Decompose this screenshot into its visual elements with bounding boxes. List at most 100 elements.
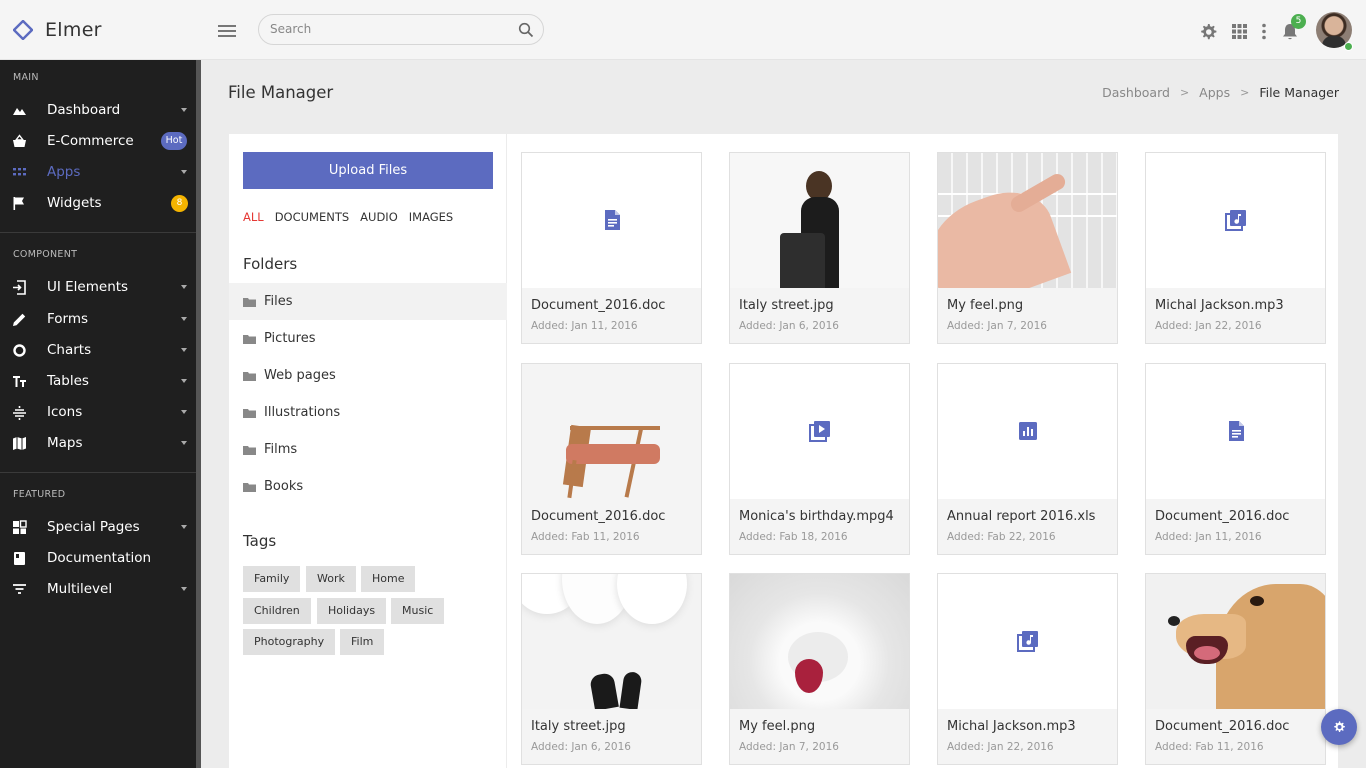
file-name: Italy street.jpg	[739, 298, 834, 313]
tag-music[interactable]: Music	[391, 598, 445, 624]
chevron-down-icon	[181, 410, 187, 414]
tag-photography[interactable]: Photography	[243, 629, 336, 655]
sidebar-item-label: Maps	[47, 435, 83, 451]
file-card[interactable]: Italy street.jpg Added: Jan 6, 2016	[729, 152, 910, 344]
file-thumbnail	[1146, 574, 1325, 709]
folder-item[interactable]: Pictures	[229, 320, 507, 357]
sidebar-item-ui-elements[interactable]: UI Elements	[0, 272, 196, 302]
doc-icon	[605, 210, 620, 230]
sidebar-scrollbar[interactable]	[196, 60, 201, 768]
file-added-date: Added: Jan 22, 2016	[947, 741, 1054, 753]
file-name: Monica's birthday.mpg4	[739, 508, 894, 524]
folder-icon	[243, 408, 256, 418]
file-added-date: Added: Jan 6, 2016	[739, 320, 839, 332]
more-vertical-icon[interactable]	[1259, 23, 1269, 40]
sidebar-item-ecommerce[interactable]: E-Commerce Hot	[0, 126, 196, 156]
chevron-down-icon	[181, 525, 187, 529]
menu-toggle-icon[interactable]	[218, 25, 236, 37]
folder-item[interactable]: Books	[229, 468, 507, 505]
filter-icon	[13, 583, 26, 594]
sidebar-item-charts[interactable]: Charts	[0, 335, 196, 365]
music-icon	[1017, 631, 1038, 652]
file-name: Annual report 2016.xls	[947, 508, 1096, 524]
sidebar-item-widgets[interactable]: Widgets 8	[0, 188, 196, 218]
sidebar-item-label: Apps	[47, 164, 81, 180]
file-added-date: Added: Fab 18, 2016	[739, 530, 848, 543]
pencil-icon	[13, 313, 26, 326]
folder-icon	[243, 371, 256, 381]
filter-documents[interactable]: DOCUMENTS	[275, 210, 349, 224]
folder-label: Files	[264, 294, 293, 309]
file-card[interactable]: Document_2016.doc Added: Fab 11, 2016	[1145, 573, 1326, 765]
gear-icon[interactable]	[1198, 22, 1218, 42]
file-card[interactable]: Annual report 2016.xls Added: Fab 22, 201…	[937, 362, 1118, 555]
sidebar-item-forms[interactable]: Forms	[0, 304, 196, 334]
sidebar-item-special-pages[interactable]: Special Pages	[0, 512, 196, 542]
file-card[interactable]: Michal Jackson.mp3 Added: Jan 22, 2016	[937, 573, 1118, 765]
file-added-date: Added: Jan 7, 2016	[947, 320, 1047, 332]
file-added-date: Added: Jan 11, 2016	[1155, 530, 1262, 543]
sidebar-item-tables[interactable]: Tables	[0, 366, 196, 396]
upload-files-button[interactable]: Upload Files	[243, 152, 493, 189]
search-icon[interactable]	[518, 22, 534, 38]
file-card[interactable]: Italy street.jpg Added: Jan 6, 2016	[521, 573, 702, 765]
sidebar-item-icons[interactable]: Icons	[0, 397, 196, 427]
sidebar-item-label: Dashboard	[47, 102, 121, 118]
folder-item[interactable]: Web pages	[229, 357, 507, 394]
filter-images[interactable]: IMAGES	[409, 210, 453, 224]
divider	[0, 472, 196, 473]
filter-all[interactable]: ALL	[243, 210, 264, 224]
breadcrumb-apps[interactable]: Apps	[1199, 85, 1230, 100]
sidebar-item-multilevel[interactable]: Multilevel	[0, 574, 196, 604]
chevron-down-icon	[181, 285, 187, 289]
sidebar-item-label: Charts	[47, 342, 92, 358]
section-featured: FEATURED	[13, 489, 66, 500]
file-added-date: Added: Jan 6, 2016	[531, 741, 631, 753]
brand[interactable]: Elmer	[13, 19, 102, 41]
search-input[interactable]	[270, 22, 510, 36]
filter-audio[interactable]: AUDIO	[360, 210, 398, 224]
tag-work[interactable]: Work	[306, 566, 356, 592]
notification-badge: 5	[1291, 14, 1306, 29]
sidebar-item-documentation[interactable]: Documentation	[0, 543, 196, 573]
section-main: MAIN	[13, 72, 39, 83]
file-name: My feel.png	[947, 298, 1024, 313]
sidebar-item-apps[interactable]: Apps	[0, 157, 196, 187]
folder-icon	[243, 445, 256, 455]
folder-item[interactable]: Files	[229, 283, 507, 320]
tag-family[interactable]: Family	[243, 566, 301, 592]
chevron-down-icon	[181, 108, 187, 112]
text-format-icon	[13, 375, 26, 387]
tag-children[interactable]: Children	[243, 598, 311, 624]
file-thumbnail	[730, 363, 909, 499]
map-icon	[13, 436, 26, 450]
tag-home[interactable]: Home	[361, 566, 416, 592]
file-card[interactable]: Document_2016.doc Added: Jan 11, 2016	[1145, 362, 1326, 555]
sidebar-item-label: Documentation	[47, 550, 152, 566]
file-name: Document_2016.doc	[1155, 719, 1290, 734]
chevron-down-icon	[181, 379, 187, 383]
breadcrumb-dashboard[interactable]: Dashboard	[1102, 85, 1170, 100]
folder-item[interactable]: Films	[229, 431, 507, 468]
file-card[interactable]: My feel.png Added: Jan 7, 2016	[937, 152, 1118, 344]
apps-grid-icon[interactable]	[1231, 23, 1248, 40]
sidebar-item-dashboard[interactable]: Dashboard	[0, 95, 196, 125]
tags-heading: Tags	[243, 532, 277, 550]
folder-icon	[243, 482, 256, 492]
settings-fab-button[interactable]	[1321, 709, 1357, 745]
file-card[interactable]: Monica's birthday.mpg4 Added: Fab 18, 201…	[729, 362, 910, 555]
page-title: File Manager	[228, 83, 334, 102]
folder-label: Films	[264, 442, 298, 457]
tag-film[interactable]: Film	[340, 629, 385, 655]
sidebar-item-label: Tables	[47, 373, 89, 389]
search-box[interactable]	[258, 14, 544, 45]
file-card[interactable]: Document_2016.doc Added: Jan 11, 2016	[521, 152, 702, 344]
folder-item[interactable]: Illustrations	[229, 394, 507, 431]
sidebar-item-label: Special Pages	[47, 519, 140, 535]
file-card[interactable]: Michal Jackson.mp3 Added: Jan 22, 2016	[1145, 152, 1326, 344]
file-card[interactable]: Document_2016.doc Added: Fab 11, 2016	[521, 362, 702, 555]
file-name: Document_2016.doc	[531, 508, 666, 524]
sidebar-item-maps[interactable]: Maps	[0, 428, 196, 458]
file-card[interactable]: My feel.png Added: Jan 7, 2016	[729, 573, 910, 765]
tag-holidays[interactable]: Holidays	[317, 598, 387, 624]
